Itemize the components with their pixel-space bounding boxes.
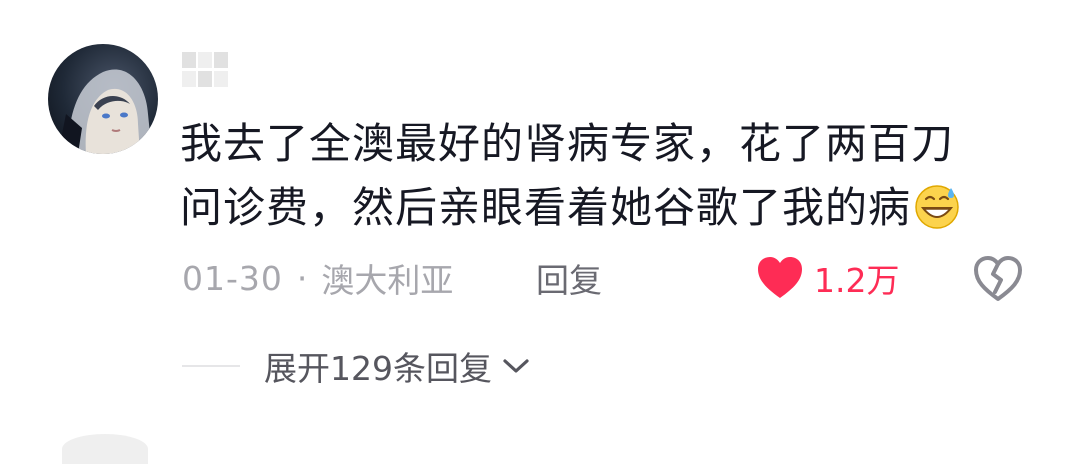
- expand-replies-row: 展开129条回复: [182, 338, 530, 394]
- grinning-sweat-emoji-icon: [915, 185, 959, 229]
- avatar[interactable]: [48, 44, 158, 154]
- comment-meta: 01-30 · 澳大利亚: [182, 250, 453, 306]
- chevron-down-icon: [503, 359, 529, 373]
- comment-item: 我去了全澳最好的肾病专家，花了两百刀 问诊费，然后亲眼看着她谷歌了我的病 01-…: [0, 0, 1080, 464]
- comment-text-line-2-content: 问诊费，然后亲眼看着她谷歌了我的病: [180, 183, 912, 232]
- comment-date: 01-30: [182, 258, 283, 298]
- heart-icon: [758, 257, 802, 298]
- avatar-image: [58, 69, 152, 154]
- expand-replies-button[interactable]: 展开129条回复: [264, 342, 530, 390]
- comment-text: 我去了全澳最好的肾病专家，花了两百刀 问诊费，然后亲眼看着她谷歌了我的病: [180, 112, 1020, 240]
- reply-button[interactable]: 回复: [536, 250, 602, 306]
- divider-line: [182, 365, 240, 367]
- expand-replies-label: 展开129条回复: [264, 349, 492, 388]
- dislike-button[interactable]: [972, 252, 1024, 304]
- reply-label: 回复: [536, 261, 602, 300]
- next-comment-avatar[interactable]: [62, 434, 148, 464]
- like-count: 1.2万: [814, 261, 900, 300]
- broken-heart-icon: [974, 256, 1022, 301]
- meta-separator: ·: [296, 258, 308, 298]
- comment-text-line-2: 问诊费，然后亲眼看着她谷歌了我的病: [180, 176, 1020, 240]
- comment-location: 澳大利亚: [321, 261, 454, 300]
- comment-text-line-1: 我去了全澳最好的肾病专家，花了两百刀: [180, 119, 955, 168]
- like-button[interactable]: 1.2万: [756, 250, 899, 306]
- username-redacted[interactable]: [182, 52, 228, 88]
